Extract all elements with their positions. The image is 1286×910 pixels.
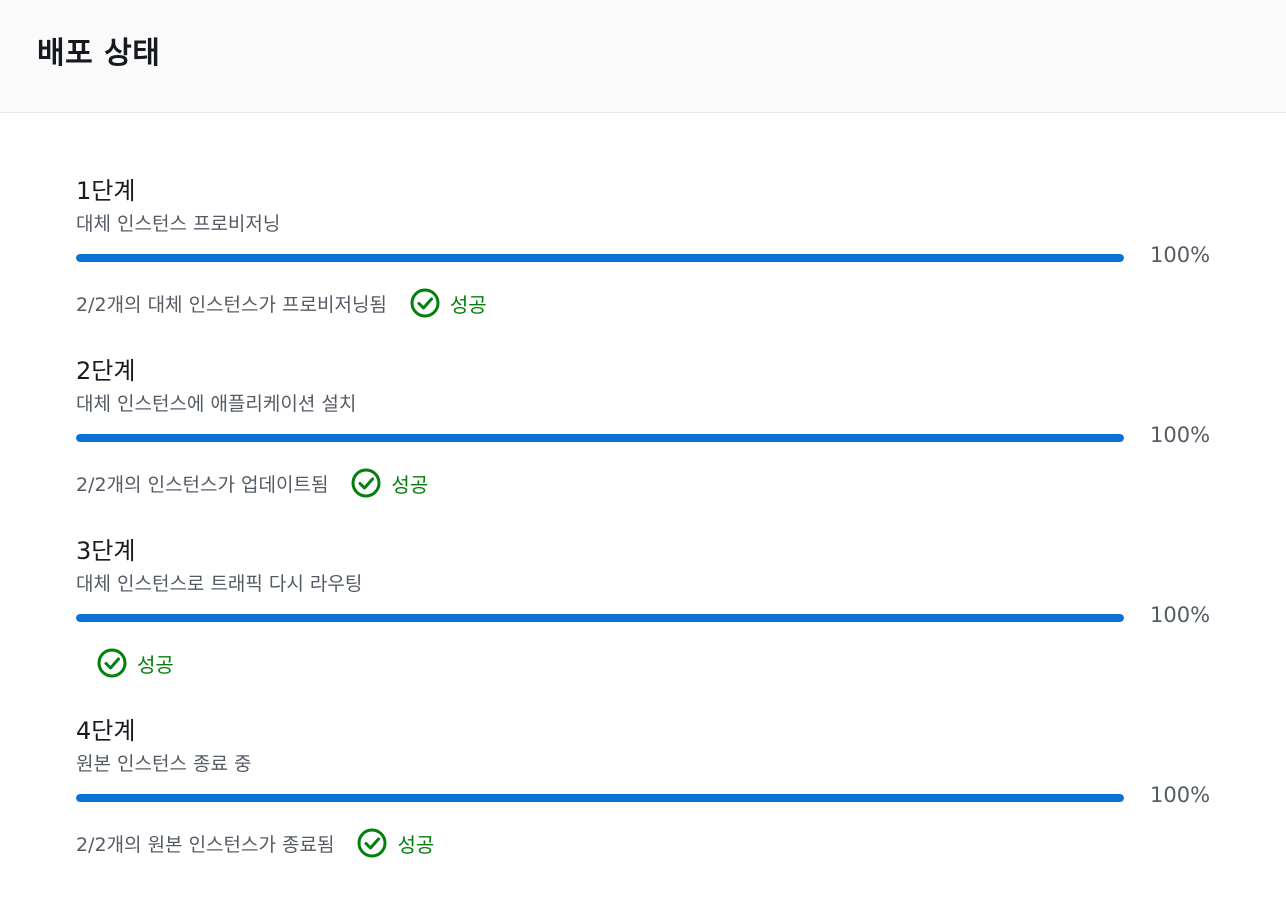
deployment-stages: 1단계 대체 인스턴스 프로비저닝 100% 2/2개의 대체 인스턴스가 프로… <box>0 113 1286 909</box>
status-text: 2/2개의 인스턴스가 업데이트됨 <box>76 473 329 496</box>
stage-status: 2/2개의 원본 인스턴스가 종료됨 성공 <box>76 826 434 860</box>
stage-status: 2/2개의 인스턴스가 업데이트됨 성공 <box>76 466 428 500</box>
progress-percent: 100% <box>1150 243 1211 267</box>
page-header: 배포 상태 <box>0 0 1286 113</box>
stage-3: 3단계 대체 인스턴스로 트래픽 다시 라우팅 100% 성공 <box>76 531 1246 711</box>
check-circle-icon <box>97 648 127 678</box>
status-label: 성공 <box>449 292 487 317</box>
status-badge: 성공 <box>356 827 434 859</box>
stage-title: 4단계 <box>76 717 136 745</box>
progress-bar-fill <box>76 794 1124 802</box>
progress-percent: 100% <box>1150 423 1211 447</box>
status-badge: 성공 <box>96 647 174 679</box>
check-circle-icon <box>410 288 440 318</box>
progress-bar-fill <box>76 614 1124 622</box>
progress-percent: 100% <box>1150 783 1211 807</box>
progress-bar <box>76 794 1124 802</box>
status-badge: 성공 <box>350 467 428 499</box>
stage-4: 4단계 원본 인스턴스 종료 중 100% 2/2개의 원본 인스턴스가 종료됨… <box>76 711 1246 891</box>
status-text: 2/2개의 원본 인스턴스가 종료됨 <box>76 833 335 856</box>
stage-2: 2단계 대체 인스턴스에 애플리케이션 설치 100% 2/2개의 인스턴스가 … <box>76 351 1246 531</box>
stage-description: 원본 인스턴스 종료 중 <box>76 753 252 775</box>
status-label: 성공 <box>137 652 174 677</box>
status-label: 성공 <box>391 472 429 497</box>
stage-title: 1단계 <box>76 177 136 205</box>
stage-description: 대체 인스턴스에 애플리케이션 설치 <box>76 393 357 415</box>
check-circle-icon <box>357 828 387 858</box>
status-text: 2/2개의 대체 인스턴스가 프로비저닝됨 <box>76 293 387 316</box>
stage-status: 2/2개의 대체 인스턴스가 프로비저닝됨 성공 <box>76 286 487 320</box>
status-label: 성공 <box>397 832 435 857</box>
progress-bar <box>76 614 1124 622</box>
stage-title: 3단계 <box>76 537 136 565</box>
progress-bar-fill <box>76 254 1124 262</box>
progress-bar-fill <box>76 434 1124 442</box>
stage-description: 대체 인스턴스 프로비저닝 <box>76 213 281 235</box>
stage-description: 대체 인스턴스로 트래픽 다시 라우팅 <box>76 573 363 595</box>
progress-bar <box>76 254 1124 262</box>
page-title: 배포 상태 <box>37 36 161 71</box>
stage-1: 1단계 대체 인스턴스 프로비저닝 100% 2/2개의 대체 인스턴스가 프로… <box>76 171 1246 351</box>
stage-status: 성공 <box>96 646 174 680</box>
progress-percent: 100% <box>1150 603 1211 627</box>
status-badge: 성공 <box>409 287 487 319</box>
stage-title: 2단계 <box>76 357 136 385</box>
progress-bar <box>76 434 1124 442</box>
check-circle-icon <box>351 468 381 498</box>
